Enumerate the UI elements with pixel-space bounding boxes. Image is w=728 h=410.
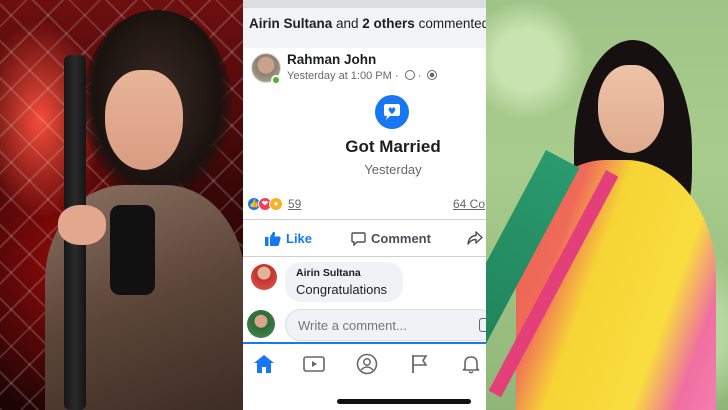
comment-input[interactable] [285,309,486,341]
comment-count[interactable]: 64 Co [453,197,485,211]
reaction-count[interactable]: 59 [288,197,301,211]
online-status-dot [271,75,281,85]
face [105,70,183,170]
profile-icon[interactable] [354,352,380,376]
commenter-name: Airin Sultana [249,16,333,31]
share-button[interactable] [467,231,483,245]
comment-text: Congratulations [296,282,388,297]
sticker-icon[interactable] [479,318,486,332]
commenters-connector: and [332,16,363,31]
reactions-row: 👍 ❤ ● 59 64 Co [243,192,486,220]
post-author-name[interactable]: Rahman John [287,52,376,67]
home-icon[interactable] [251,352,277,376]
comment-composer [243,308,486,344]
comment-author[interactable]: Airin Sultana [296,267,403,279]
face [598,65,664,153]
left-photo-woman-with-rifle [0,0,243,410]
my-avatar [247,310,275,338]
like-button[interactable]: Like [265,231,312,246]
right-photo-woman-in-saree [486,0,728,410]
life-event-title: Got Married [345,137,441,156]
meta-separator: · [391,70,402,82]
commenters-suffix: commented [414,16,486,31]
post-meta: Yesterday at 1:00 PM · · [287,70,438,82]
globe-icon [427,70,438,80]
commenter-avatar[interactable] [251,264,277,290]
wow-reaction-icon: ● [269,197,283,211]
clock-icon [404,70,415,80]
facebook-post-screenshot: Airin Sultana and 2 others commented Rah… [243,0,486,410]
heart-bubble-icon [375,95,409,129]
comment-button[interactable]: Comment [351,231,431,246]
black-top [110,205,155,295]
meta-separator-2: · [414,70,425,82]
thumbs-up-icon [265,231,281,246]
like-label: Like [286,231,313,246]
notifications-bell-icon[interactable] [458,352,484,376]
watch-icon[interactable] [301,352,327,376]
comment-item: Airin Sultana Congratulations [243,260,486,308]
hand [58,205,106,245]
comment-icon [351,231,366,246]
life-event-date: Yesterday [364,162,422,177]
post-timestamp[interactable]: Yesterday at 1:00 PM [287,70,392,82]
commenters-summary-bar[interactable]: Airin Sultana and 2 others commented [243,0,486,48]
share-arrow-icon [467,231,483,245]
bottom-navigation [243,346,486,386]
pages-flag-icon[interactable] [407,352,433,376]
post-action-bar: Like Comment [243,223,486,257]
others-count: 2 others [362,16,415,31]
comment-bubble[interactable]: Airin Sultana Congratulations [285,262,403,302]
home-indicator [337,399,471,404]
post-header: Rahman John Yesterday at 1:00 PM · · [243,48,486,88]
comment-label: Comment [371,231,431,246]
